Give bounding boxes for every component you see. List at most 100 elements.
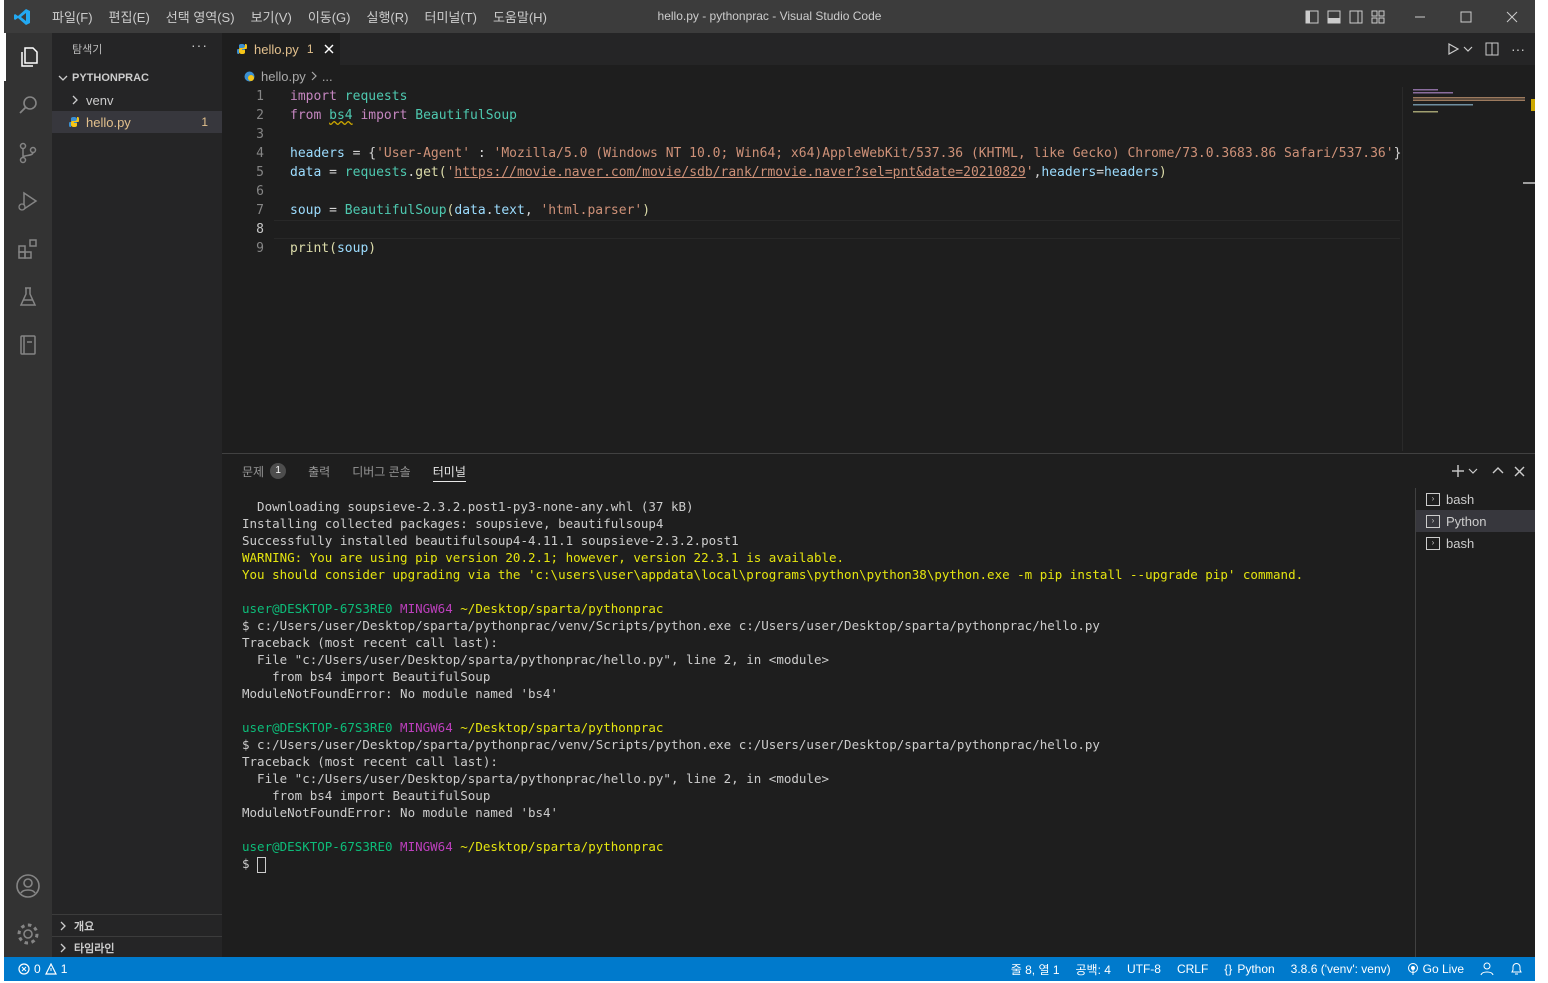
terminal-line: Traceback (most recent call last):: [242, 754, 498, 769]
menu-help[interactable]: 도움말(H): [485, 7, 555, 26]
more-actions-icon[interactable]: ···: [1511, 41, 1525, 57]
workspace-folder-header[interactable]: PYTHONPRAC: [52, 67, 222, 89]
encoding[interactable]: UTF-8: [1127, 962, 1161, 976]
breadcrumb-file[interactable]: hello.py: [261, 69, 306, 84]
terminal-icon: ›: [1426, 514, 1440, 528]
toggle-panel-icon[interactable]: [1323, 0, 1345, 33]
close-window-button[interactable]: [1489, 0, 1535, 33]
panel-tabs: 문제 1 출력 디버그 콘솔 터미널: [242, 454, 488, 488]
run-python-file-icon[interactable]: [1447, 43, 1473, 55]
bottom-panel: 문제 1 출력 디버그 콘솔 터미널 Downloading soupsieve-…: [222, 453, 1535, 958]
status-bar: 0 1 줄 8, 열 1 공백: 4 UTF-8 CRLF {} Python 3…: [4, 957, 1535, 981]
terminal-line: from bs4 import BeautifulSoup: [242, 788, 491, 803]
minimize-button[interactable]: [1397, 0, 1443, 33]
breadcrumb-symbols[interactable]: ...: [322, 69, 333, 84]
menu-selection[interactable]: 선택 영역(S): [158, 7, 243, 26]
line-ending[interactable]: CRLF: [1177, 962, 1208, 976]
tab-output[interactable]: 출력: [308, 454, 330, 488]
language-mode[interactable]: {} Python: [1224, 962, 1274, 976]
menu-view[interactable]: 보기(V): [243, 7, 300, 26]
terminal-blank: [242, 583, 1412, 600]
close-panel-icon[interactable]: [1514, 466, 1525, 477]
menu-bar: 파일(F) 편집(E) 선택 영역(S) 보기(V) 이동(G) 실행(R) 터…: [44, 0, 555, 33]
tab-hello-py[interactable]: hello.py 1: [222, 33, 340, 65]
broadcast-icon: [1407, 963, 1419, 975]
code-line-2[interactable]: from bs4 import BeautifulSoup: [290, 106, 517, 125]
python-file-icon: [68, 116, 80, 128]
warning-count: 1: [60, 962, 68, 976]
code-editor[interactable]: 1 import requests 2 from bs4 import Beauti…: [222, 87, 1402, 451]
close-tab-icon[interactable]: [324, 44, 334, 54]
run-debug-icon[interactable]: [4, 177, 52, 225]
chevron-right-icon: [58, 921, 68, 931]
go-live-button[interactable]: Go Live: [1407, 962, 1464, 976]
maximize-button[interactable]: [1443, 0, 1489, 33]
code-line-5[interactable]: data = requests.get('https://movie.naver…: [290, 163, 1167, 182]
terminal-output[interactable]: Downloading soupsieve-2.3.2.post1-py3-no…: [242, 498, 1412, 938]
feedback-icon[interactable]: [1480, 962, 1494, 976]
python-interpreter[interactable]: 3.8.6 ('venv': venv): [1291, 962, 1391, 976]
code-line-4[interactable]: headers = {'User-Agent' : 'Mozilla/5.0 (…: [290, 144, 1401, 163]
maximize-panel-icon[interactable]: [1492, 465, 1504, 477]
line-number: 7: [256, 203, 264, 218]
outline-label: 개요: [74, 921, 95, 933]
toggle-sidebar-icon[interactable]: [1301, 0, 1323, 33]
line-number: 3: [256, 127, 264, 142]
terminal-list: › bash › Python › bash: [1415, 488, 1535, 958]
settings-gear-icon[interactable]: [4, 910, 52, 958]
sidebar-title: 탐색기: [72, 44, 103, 56]
line-number: 8: [256, 222, 264, 237]
cursor-position[interactable]: 줄 8, 열 1: [1011, 961, 1060, 978]
code-line-9[interactable]: print(soup): [290, 239, 376, 258]
new-terminal-icon[interactable]: [1451, 464, 1478, 478]
menu-file[interactable]: 파일(F): [44, 7, 101, 26]
accounts-icon[interactable]: [4, 862, 52, 910]
tab-problems[interactable]: 문제 1: [242, 454, 287, 488]
menu-edit[interactable]: 편집(E): [101, 7, 158, 26]
menu-run[interactable]: 실행(R): [359, 7, 417, 26]
outline-section[interactable]: 개요: [52, 914, 222, 937]
tab-problem-badge: 1: [306, 42, 314, 56]
menu-terminal[interactable]: 터미널(T): [416, 7, 484, 26]
explorer-icon[interactable]: [4, 33, 52, 81]
source-control-icon[interactable]: [4, 129, 52, 177]
braces-icon: {}: [1224, 962, 1233, 976]
terminal-item-bash[interactable]: › bash: [1416, 532, 1535, 554]
notifications-bell-icon[interactable]: [1510, 962, 1523, 976]
terminal-input-line[interactable]: $: [242, 855, 1412, 873]
line-number: 2: [256, 108, 264, 123]
code-line-1[interactable]: import requests: [290, 87, 407, 106]
terminal-blank: [242, 821, 1412, 838]
terminal-blank: [242, 702, 1412, 719]
status-right: 줄 8, 열 1 공백: 4 UTF-8 CRLF {} Python 3.8.6…: [1011, 957, 1523, 981]
search-icon[interactable]: [4, 81, 52, 129]
line-number: 1: [256, 89, 264, 104]
vscode-window: 파일(F) 편집(E) 선택 영역(S) 보기(V) 이동(G) 실행(R) 터…: [4, 0, 1535, 981]
title-bar: 파일(F) 편집(E) 선택 영역(S) 보기(V) 이동(G) 실행(R) 터…: [4, 0, 1535, 33]
timeline-section[interactable]: 타임라인: [52, 936, 222, 959]
sidebar-more-actions-icon[interactable]: ···: [191, 37, 208, 53]
editor-tabs-bar: hello.py 1 ···: [222, 33, 1535, 65]
tree-item-venv[interactable]: venv: [52, 89, 222, 111]
terminal-prompt-line: user@DESKTOP-67S3RE0 MINGW64 ~/Desktop/s…: [242, 839, 664, 854]
terminal-item-python[interactable]: › Python: [1416, 510, 1535, 532]
customize-layout-icon[interactable]: [1367, 0, 1389, 33]
toggle-secondary-sidebar-icon[interactable]: [1345, 0, 1367, 33]
tab-terminal[interactable]: 터미널: [432, 454, 466, 488]
minimap[interactable]: [1402, 87, 1535, 451]
terminal-item-bash[interactable]: › bash: [1416, 488, 1535, 510]
notebook-icon[interactable]: [4, 321, 52, 369]
minimap-preview: [1413, 89, 1535, 184]
activity-bar: [4, 33, 52, 957]
testing-flask-icon[interactable]: [4, 273, 52, 321]
tree-item-hello-py[interactable]: hello.py 1: [52, 111, 222, 133]
tab-debug-console[interactable]: 디버그 콘솔: [352, 454, 411, 488]
terminal-cursor: [257, 856, 267, 873]
code-line-7[interactable]: soup = BeautifulSoup(data.text, 'html.pa…: [290, 201, 650, 220]
indentation[interactable]: 공백: 4: [1076, 961, 1111, 978]
menu-go[interactable]: 이동(G): [300, 7, 359, 26]
split-editor-icon[interactable]: [1485, 42, 1499, 56]
problems-status[interactable]: 0 1: [18, 957, 67, 981]
code-url-link[interactable]: https://movie.naver.com/movie/sdb/rank/r…: [454, 165, 1025, 180]
extensions-icon[interactable]: [4, 225, 52, 273]
